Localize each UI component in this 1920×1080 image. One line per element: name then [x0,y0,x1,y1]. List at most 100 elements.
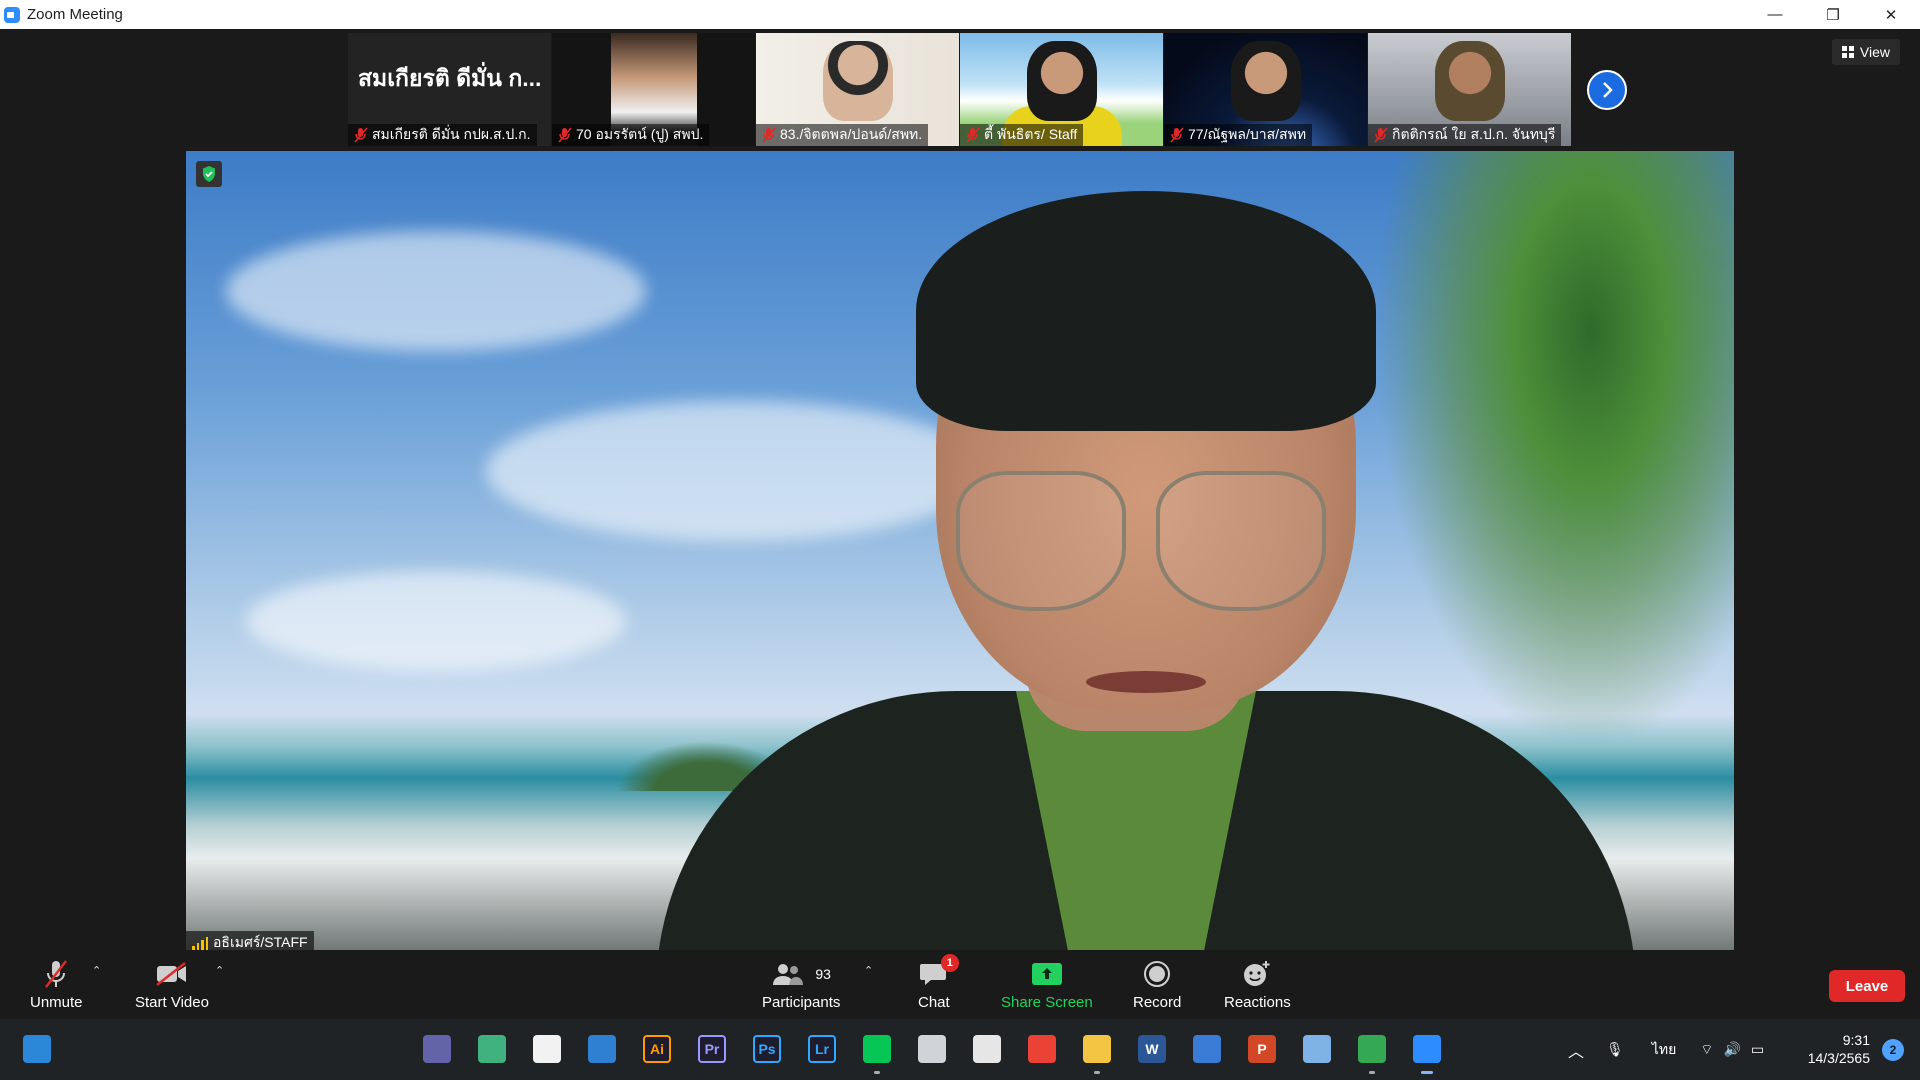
participant-name: สมเกียรติ ดีมั่น กปผ.ส.ป.ก. [372,126,531,142]
participant-name: 77/ณัฐพล/บาส/สพท [1188,126,1307,142]
illustrator-icon-glyph: Ai [643,1035,671,1063]
explorer-icon[interactable] [1080,1032,1114,1074]
minimize-button[interactable]: — [1746,0,1804,29]
lightroom-icon-glyph: Lr [808,1035,836,1063]
zoom-app-icon [4,6,20,23]
next-page-button[interactable] [1587,70,1627,110]
powerpoint-icon-glyph: P [1248,1035,1276,1063]
participant-tile[interactable]: กิตติกรณ์ ใย ส.ป.ก. จันทบุรี [1368,33,1571,146]
security-shield-icon[interactable] [196,161,222,187]
vpn-icon[interactable] [1190,1032,1224,1066]
participant-strip: สมเกียรติ ดีมั่น ก... สมเกียรติ ดีมั่น ก… [348,33,1571,146]
participant-tile[interactable]: ตี้ พันธิตร/ Staff [960,33,1163,146]
chrome-icon[interactable] [1025,1032,1059,1066]
participant-display-name: สมเกียรติ ดีมั่น ก... [358,65,542,91]
title-bar: Zoom Meeting — ❐ ✕ [0,0,1920,29]
zoom-icon[interactable] [1410,1032,1444,1074]
reactions-button[interactable]: Reactions [1224,958,1291,1011]
speaker-mouth [1086,671,1206,693]
teams-icon[interactable] [420,1032,454,1066]
reactions-label: Reactions [1224,994,1291,1011]
line-icon[interactable] [860,1032,894,1074]
word-icon[interactable]: W [1135,1032,1169,1066]
widgets-icon[interactable] [20,1032,54,1066]
active-speaker-video[interactable]: อธิเมศร์/STAFF [186,151,1734,955]
participants-button[interactable]: 93 Participants [762,958,840,1011]
window-title: Zoom Meeting [27,6,123,23]
mic-muted-icon [1170,127,1184,143]
unmute-button[interactable]: Unmute [30,958,83,1011]
participant-video [1230,41,1301,121]
participant-name-tag: กิตติกรณ์ ใย ส.ป.ก. จันทบุรี [1368,124,1562,146]
participant-video [1026,41,1097,121]
battery-icon[interactable]: ▭ [1751,1041,1764,1058]
outlook-icon[interactable] [585,1032,619,1066]
participant-name: 83./จิตตพล/ปอนด์/สพท. [780,126,923,142]
windows-taskbar: Ai Pr Ps Lr W P ︿ 🎙 ไทย ⌔ 🔊 ▭ 9:31 14/3/2565 … [0,1019,1920,1080]
microphone-icon[interactable]: 🎙 [1606,1041,1624,1058]
video-options-caret[interactable]: ⌃ [215,964,224,977]
taskbar-clock[interactable]: 9:31 14/3/2565 [1808,1031,1870,1067]
share-screen-label: Share Screen [1001,994,1093,1011]
monitor-icon[interactable] [1300,1032,1334,1066]
background-cloud [246,571,626,671]
line-icon-glyph [863,1035,891,1063]
participant-tile[interactable]: สมเกียรติ ดีมั่น ก... สมเกียรติ ดีมั่น ก… [348,33,551,146]
speaker-glasses-right [1156,471,1326,611]
signal-strength-icon [192,936,208,950]
volume-icon[interactable]: 🔊 [1723,1041,1740,1058]
participants-count: 93 [815,966,831,982]
speaker-hair [916,191,1376,431]
mic-muted-icon [1374,127,1388,143]
zoom-icon-glyph [1413,1035,1441,1063]
unmute-label: Unmute [30,994,83,1011]
window-controls: — ❐ ✕ [1746,0,1920,29]
chevron-up-icon[interactable]: ︿ [1568,1038,1584,1062]
snipping-icon[interactable] [970,1032,1004,1066]
mic-muted-icon [762,127,776,143]
record-icon [1143,958,1171,990]
wifi-icon[interactable]: ⌔ [1700,1041,1713,1059]
start-video-button[interactable]: Start Video [135,958,209,1011]
chat-label: Chat [918,994,950,1011]
participant-tile[interactable]: 77/ณัฐพล/บาส/สพท [1164,33,1367,146]
view-button[interactable]: View [1831,39,1900,65]
participant-tile[interactable]: 70 อมรรัตน์ (ปู) สพป. [552,33,755,146]
record-label: Record [1133,994,1182,1011]
chrome-profile-icon[interactable] [1355,1032,1389,1074]
mic-muted-icon [354,127,368,143]
premiere-icon[interactable]: Pr [695,1032,729,1066]
teams-icon-glyph [423,1035,451,1063]
mic-muted-icon [558,127,572,143]
vpn-icon-glyph [1193,1035,1221,1063]
notification-badge[interactable]: 2 [1882,1039,1904,1061]
record-button[interactable]: Record [1133,958,1181,1011]
mic-muted-icon [966,127,980,143]
participant-tile[interactable]: 83./จิตตพล/ปอนด์/สพท. [756,33,959,146]
store-icon[interactable] [530,1032,564,1066]
photoshop-icon[interactable]: Ps [750,1032,784,1066]
smiley-plus-icon [1242,958,1272,990]
participant-name-tag: สมเกียรติ ดีมั่น กปผ.ส.ป.ก. [348,124,537,146]
store-icon-glyph [533,1035,561,1063]
illustrator-icon[interactable]: Ai [640,1032,674,1066]
language-indicator[interactable]: ไทย [1652,1039,1676,1061]
explorer-icon-glyph [1083,1035,1111,1063]
powerpoint-icon[interactable]: P [1245,1032,1279,1066]
participants-options-caret[interactable]: ⌃ [864,964,873,977]
audio-options-caret[interactable]: ⌃ [92,964,101,977]
word-icon-glyph: W [1138,1035,1166,1063]
notepad-icon[interactable] [475,1032,509,1066]
start-video-label: Start Video [135,994,209,1011]
notes-icon[interactable] [915,1032,949,1066]
share-screen-button[interactable]: Share Screen [1001,958,1093,1011]
system-tray: ︿ 🎙 ไทย ⌔ 🔊 ▭ [1568,1019,1764,1080]
chat-button[interactable]: 1 Chat [918,954,959,1011]
restore-button[interactable]: ❐ [1804,0,1862,29]
participant-name: กิตติกรณ์ ใย ส.ป.ก. จันทบุรี [1392,126,1556,142]
speaker-person [656,171,1636,955]
leave-button[interactable]: Leave [1829,970,1905,1002]
participant-name: 70 อมรรัตน์ (ปู) สพป. [576,126,704,142]
close-button[interactable]: ✕ [1862,0,1920,29]
lightroom-icon[interactable]: Lr [805,1032,839,1066]
